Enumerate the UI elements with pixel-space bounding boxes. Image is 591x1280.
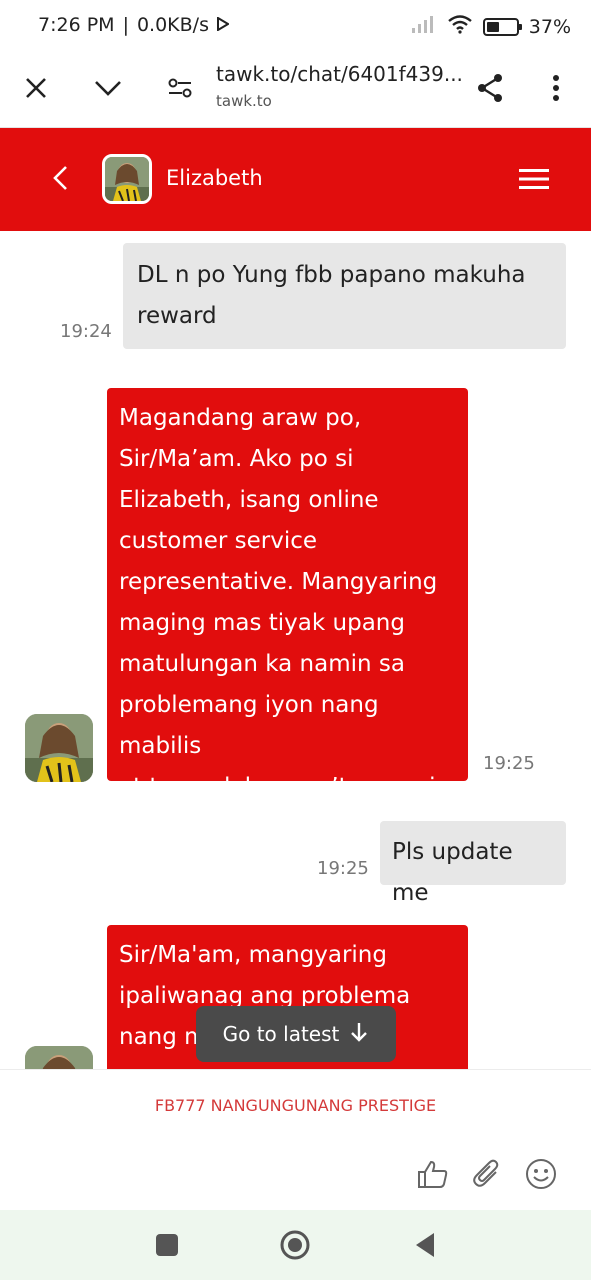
status-separator: | [122,14,129,36]
message-time: 19:25 [317,858,369,879]
agent-message-bubble: Magandang araw po, Sir/Ma’am. Ako po si … [107,388,468,800]
message-line: DL n po Yung fbb papano makuha [137,262,526,288]
close-icon[interactable] [14,66,58,110]
user-message-bubble: DL n po Yung fbb papano makuha reward [123,243,566,349]
agent-avatar [25,1046,93,1069]
agent-name: Elizabeth [166,166,263,190]
message-line: Elizabeth, isang online [119,487,379,513]
message-line: Magandang araw po, [119,405,362,431]
message-line: representative. Mangyaring [119,569,438,595]
url-text: tawk.to/chat/6401f439... [216,62,463,86]
message-line: Sir/Ma’am. Ako po si [119,446,354,472]
recent-apps-button[interactable] [150,1228,184,1262]
back-button[interactable] [40,158,80,198]
footer-actions [417,1158,557,1190]
status-speed: 0.0KB/s [136,14,209,36]
paperclip-icon[interactable] [471,1158,503,1190]
status-left: 7:26 PM | 0.0KB/s [38,14,230,36]
home-button[interactable] [278,1228,312,1262]
thumbs-up-icon[interactable] [417,1158,449,1190]
more-options-icon[interactable] [534,66,578,110]
message-line: problemang iyon nang mabilis [119,692,379,759]
arrow-down-icon [349,1021,369,1048]
agent-avatar [25,714,93,782]
message-line: matulungan ka namin sa [119,651,405,677]
url-domain: tawk.to [216,92,272,110]
status-right: 37% [411,14,571,39]
play-icon [216,14,230,36]
status-time: 7:26 PM [38,14,115,36]
share-icon[interactable] [468,66,512,110]
battery-icon [482,17,522,36]
menu-icon[interactable] [517,162,551,196]
agent-avatar [102,154,152,204]
go-to-latest-button[interactable]: Go to latest [196,1006,396,1062]
message-time: 19:25 [483,753,535,774]
battery-percent: 37% [528,15,571,38]
wifi-icon [447,14,473,39]
site-settings-icon[interactable] [158,66,202,110]
emoji-icon[interactable] [525,1158,557,1190]
message-line: customer service [119,528,318,554]
message-line: at tumpak hangga’t maaari. [119,774,443,800]
chat-header: Elizabeth [0,128,591,231]
system-nav-bar [0,1210,591,1280]
message-line: Sir/Ma'am, mangyaring [119,942,387,968]
chevron-down-icon[interactable] [86,66,130,110]
message-line: reward [137,303,217,329]
status-bar: 7:26 PM | 0.0KB/s 37% [0,0,591,52]
address-bar[interactable]: tawk.to/chat/6401f439... tawk.to [216,62,466,110]
chat-messages[interactable]: 19:24 DL n po Yung fbb papano makuha rew… [0,231,591,1069]
signal-icon [411,14,437,39]
go-to-latest-label: Go to latest [222,1022,340,1046]
brand-label: FB777 NANGUNGUNANG PRESTIGE [154,1096,437,1115]
message-line: Pls update me [392,839,513,906]
chat-footer: FB777 NANGUNGUNANG PRESTIGE [0,1069,591,1210]
message-line: maging mas tiyak upang [119,610,405,636]
user-message-bubble: Pls update me [380,821,566,906]
back-nav-button[interactable] [408,1228,442,1262]
browser-toolbar: tawk.to/chat/6401f439... tawk.to [0,52,591,128]
message-time: 19:24 [60,321,112,342]
